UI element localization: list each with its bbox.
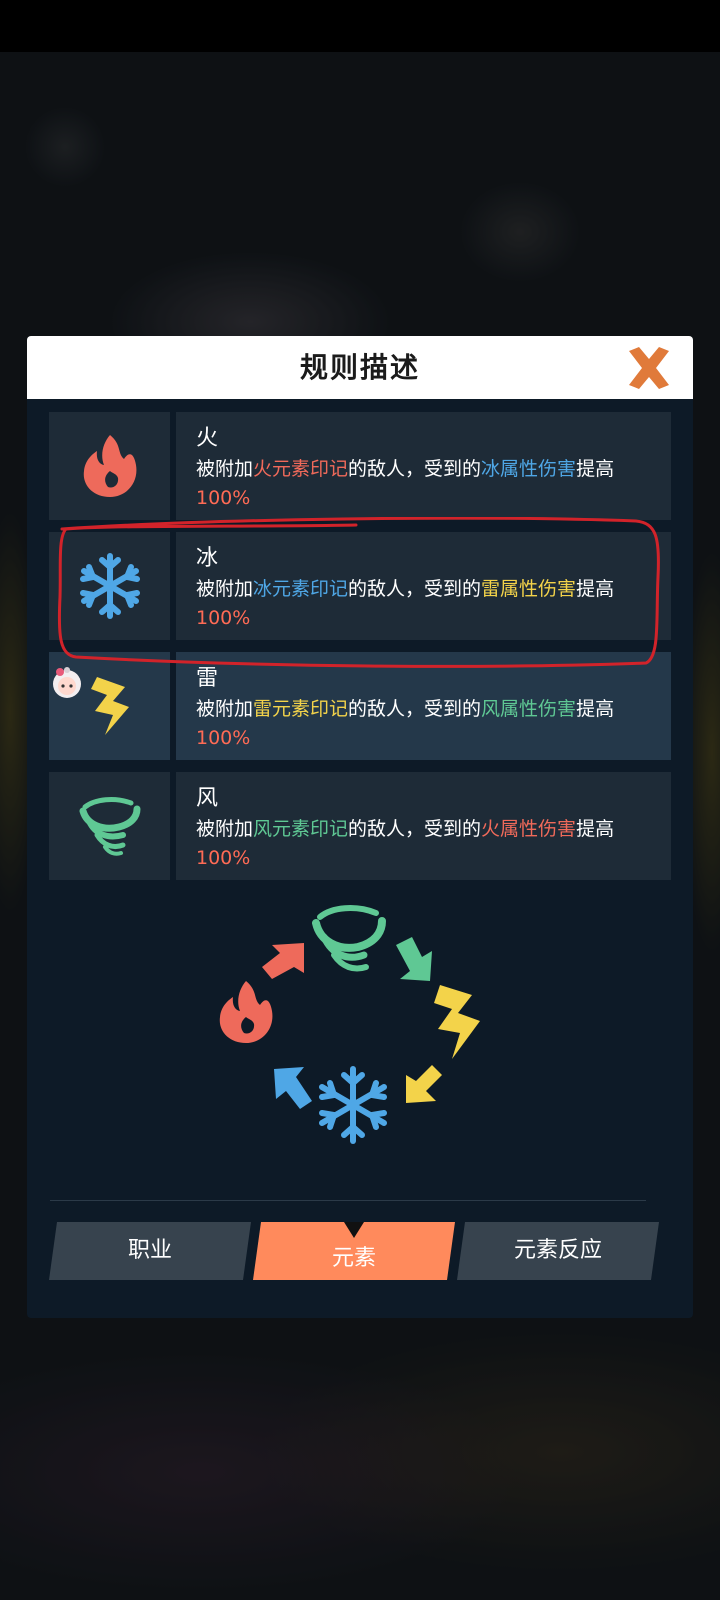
element-icon-box xyxy=(49,772,170,880)
element-row-wind[interactable]: 风 被附加风元素印记的敌人，受到的火属性伤害提高100% xyxy=(49,772,671,880)
element-description: 被附加雷元素印记的敌人，受到的风属性伤害提高100% xyxy=(196,698,615,749)
dialog-header: 规则描述 xyxy=(27,336,693,399)
selected-indicator-icon xyxy=(344,1222,364,1238)
cycle-arrow-ice-fire xyxy=(274,1067,312,1109)
tab-profession[interactable]: 职业 xyxy=(49,1222,251,1280)
avatar-icon xyxy=(53,667,81,698)
element-text-box: 风 被附加风元素印记的敌人，受到的火属性伤害提高100% xyxy=(176,772,671,880)
red-highlight-annotation xyxy=(57,517,660,668)
tab-label: 元素 xyxy=(331,1246,376,1271)
element-icon-box xyxy=(49,412,170,520)
element-description: 被附加风元素印记的敌人，受到的火属性伤害提高100% xyxy=(196,818,615,869)
fire-icon xyxy=(83,435,137,497)
cycle-thunder-icon xyxy=(434,985,480,1059)
cycle-arrow-thunder-ice xyxy=(406,1065,442,1103)
cycle-arrow-fire-wind xyxy=(262,943,304,979)
element-row-fire[interactable]: 火 被附加火元素印记的敌人，受到的冰属性伤害提高100% xyxy=(49,412,671,520)
element-cycle-diagram xyxy=(219,905,480,1144)
lightning-icon xyxy=(91,677,129,735)
cycle-arrow-wind-thunder xyxy=(396,937,432,981)
wind-icon xyxy=(79,797,141,856)
cycle-fire-icon xyxy=(219,981,273,1043)
tab-element-reaction[interactable]: 元素反应 xyxy=(457,1222,659,1280)
element-text-box: 火 被附加火元素印记的敌人，受到的冰属性伤害提高100% xyxy=(176,412,671,520)
close-icon[interactable] xyxy=(623,342,675,394)
tab-label: 元素反应 xyxy=(513,1238,602,1263)
status-bar xyxy=(0,0,720,52)
cycle-wind-icon xyxy=(312,905,386,972)
element-name: 火 xyxy=(196,426,219,451)
tabs-divider xyxy=(50,1200,646,1201)
rules-dialog: 规则描述 火 被附加火元素印记的敌人，受到的冰属性伤害提高100% 冰 被附加冰… xyxy=(27,336,693,1318)
tab-label: 职业 xyxy=(127,1238,172,1263)
dialog-title: 规则描述 xyxy=(299,351,420,384)
tab-element[interactable]: 元素 xyxy=(253,1222,455,1280)
element-description: 被附加火元素印记的敌人，受到的冰属性伤害提高100% xyxy=(196,458,615,509)
element-name: 风 xyxy=(196,786,219,811)
cycle-snowflake-icon xyxy=(319,1066,387,1144)
